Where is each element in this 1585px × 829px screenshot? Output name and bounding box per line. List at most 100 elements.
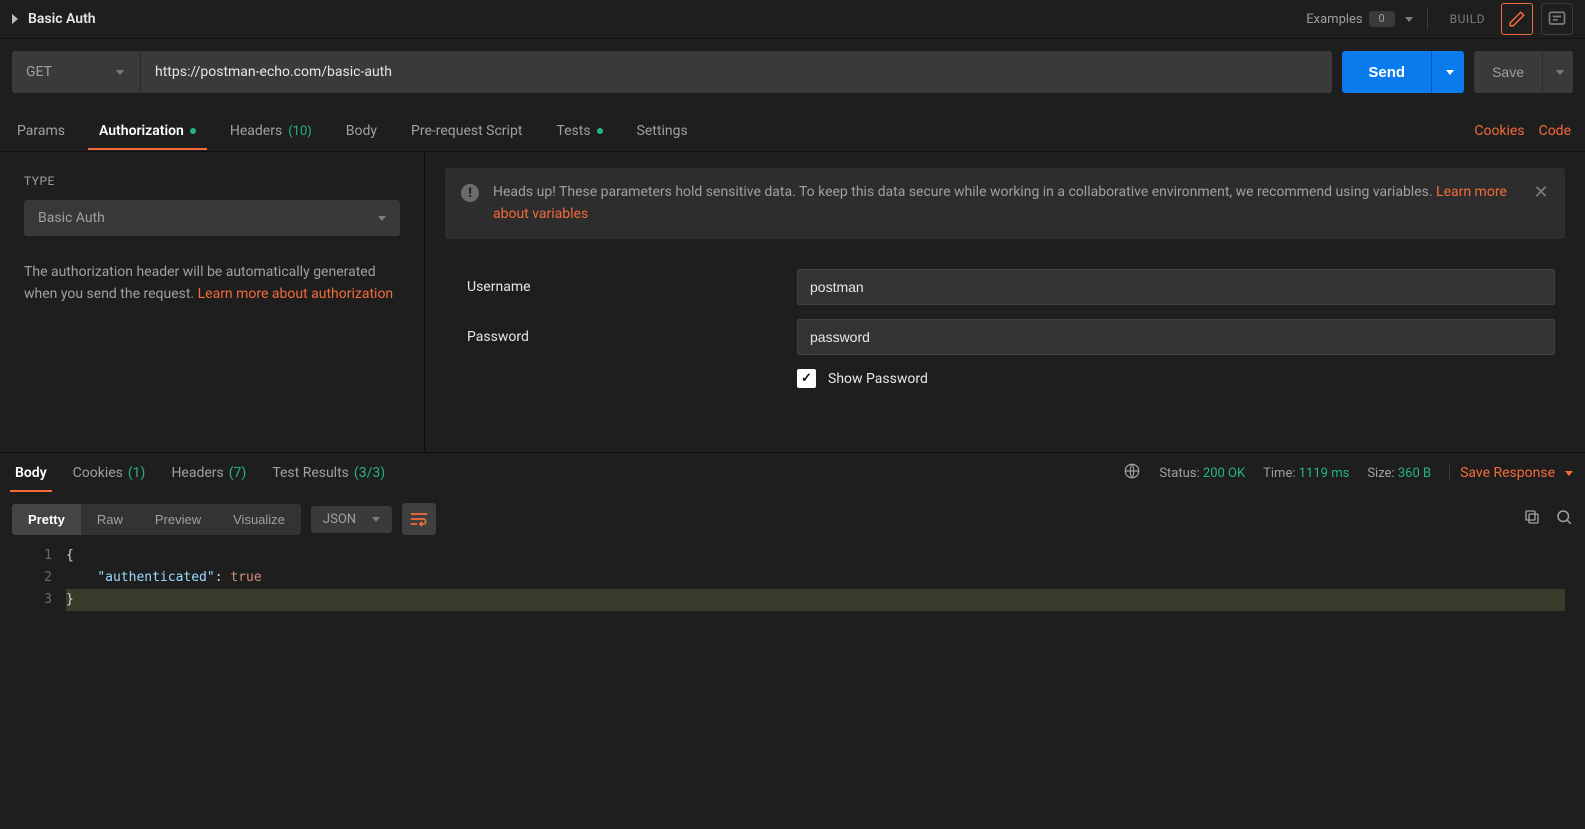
- tab-count: (7): [229, 465, 247, 481]
- tab-label: Body: [346, 123, 377, 139]
- request-body: TYPE Basic Auth The authorization header…: [0, 152, 1585, 452]
- save-response-dropdown[interactable]: Save Response: [1449, 465, 1573, 481]
- view-raw[interactable]: Raw: [81, 504, 139, 535]
- tab-headers[interactable]: Headers (10): [227, 113, 315, 149]
- resp-tab-headers[interactable]: Headers (7): [168, 455, 249, 491]
- resp-tab-body[interactable]: Body: [12, 455, 50, 491]
- examples-count: 0: [1369, 11, 1395, 27]
- send-button[interactable]: Send: [1342, 51, 1431, 93]
- format-value: JSON: [323, 512, 356, 527]
- show-password-label: Show Password: [828, 371, 928, 387]
- code-text: {: [66, 548, 74, 563]
- tab-label: Tests: [556, 123, 590, 139]
- tab-body[interactable]: Body: [343, 113, 380, 149]
- divider: [1427, 8, 1428, 30]
- size-value: 360 B: [1398, 466, 1431, 481]
- time-key: Time:: [1263, 466, 1295, 481]
- tab-label: Headers: [230, 123, 282, 139]
- chevron-down-icon: [116, 70, 124, 75]
- tab-count: (1): [128, 465, 146, 481]
- save-button[interactable]: Save: [1474, 51, 1542, 93]
- save-options-button[interactable]: [1542, 51, 1573, 93]
- info-icon: !: [461, 184, 479, 202]
- size-key: Size:: [1367, 466, 1394, 481]
- chevron-down-icon: [1565, 471, 1573, 476]
- chevron-down-icon: [1405, 17, 1413, 22]
- tab-count: (3/3): [354, 465, 385, 481]
- learn-more-auth-link[interactable]: Learn more about authorization: [198, 286, 394, 302]
- auth-type-value: Basic Auth: [38, 210, 105, 226]
- show-password-checkbox[interactable]: ✓: [797, 369, 816, 388]
- save-response-label: Save Response: [1460, 465, 1555, 481]
- chevron-right-icon[interactable]: [12, 14, 18, 24]
- url-value: https://postman-echo.com/basic-auth: [155, 64, 392, 80]
- chevron-down-icon: [378, 216, 386, 221]
- request-tabs: Params Authorization Headers (10) Body P…: [0, 111, 1585, 152]
- code-text: }: [66, 592, 74, 607]
- method-value: GET: [26, 64, 52, 80]
- examples-label: Examples: [1306, 12, 1362, 27]
- resp-tab-cookies[interactable]: Cookies (1): [70, 455, 149, 491]
- request-titlebar: Basic Auth Examples 0 BUILD: [0, 0, 1585, 39]
- response-body-editor[interactable]: 1 2 3 { "authenticated": true }: [0, 545, 1585, 829]
- comment-icon[interactable]: [1541, 3, 1573, 35]
- body-format-select[interactable]: JSON: [311, 506, 392, 533]
- url-input[interactable]: https://postman-echo.com/basic-auth: [141, 51, 1332, 93]
- tab-authorization[interactable]: Authorization: [96, 113, 199, 149]
- status-value: 200 OK: [1203, 466, 1245, 481]
- chevron-down-icon: [372, 517, 380, 522]
- auth-help-text: The authorization header will be automat…: [24, 262, 400, 305]
- tab-count: (10): [288, 124, 312, 139]
- warning-text: Heads up! These parameters hold sensitiv…: [493, 184, 1436, 200]
- tab-label: Params: [17, 123, 65, 139]
- search-icon[interactable]: [1555, 508, 1573, 530]
- edit-icon[interactable]: [1501, 3, 1533, 35]
- tab-prerequest[interactable]: Pre-request Script: [408, 113, 525, 149]
- resp-tab-tests[interactable]: Test Results (3/3): [269, 455, 388, 491]
- status-dot-icon: [597, 128, 603, 134]
- warning-banner: ! Heads up! These parameters hold sensit…: [445, 168, 1565, 239]
- chevron-down-icon: [1556, 70, 1564, 75]
- tab-params[interactable]: Params: [14, 113, 68, 149]
- wrap-lines-button[interactable]: [402, 503, 436, 535]
- view-preview[interactable]: Preview: [139, 504, 217, 535]
- url-row: GET https://postman-echo.com/basic-auth …: [0, 39, 1585, 93]
- status-key: Status:: [1159, 466, 1199, 481]
- cookies-link[interactable]: Cookies: [1474, 123, 1524, 139]
- line-number: 1: [12, 545, 52, 567]
- auth-type-select[interactable]: Basic Auth: [24, 200, 400, 236]
- http-method-select[interactable]: GET: [12, 51, 141, 93]
- username-input[interactable]: [797, 269, 1555, 305]
- tab-label: Settings: [637, 123, 688, 139]
- type-label: TYPE: [24, 174, 400, 188]
- line-number: 2: [12, 567, 52, 589]
- code-text: :: [215, 570, 231, 585]
- chevron-down-icon: [1446, 70, 1454, 75]
- tab-tests[interactable]: Tests: [553, 113, 605, 149]
- response-tabs: Body Cookies (1) Headers (7) Test Result…: [0, 452, 1585, 493]
- view-pretty[interactable]: Pretty: [12, 504, 81, 535]
- time-value: 1119 ms: [1299, 466, 1350, 481]
- globe-icon[interactable]: [1123, 462, 1141, 484]
- tab-label: Cookies: [73, 465, 123, 481]
- warning-message: Heads up! These parameters hold sensitiv…: [493, 182, 1517, 225]
- copy-icon[interactable]: [1523, 508, 1541, 530]
- code-lines: { "authenticated": true }: [66, 545, 1585, 829]
- code-text: true: [230, 570, 261, 585]
- auth-form: Username Password ✓ Show Password: [445, 269, 1565, 388]
- response-body-toolbar: Pretty Raw Preview Visualize JSON: [0, 493, 1585, 545]
- build-label[interactable]: BUILD: [1442, 12, 1493, 26]
- request-name[interactable]: Basic Auth: [28, 11, 96, 27]
- send-options-button[interactable]: [1431, 51, 1464, 93]
- code-link[interactable]: Code: [1539, 123, 1571, 139]
- tab-settings[interactable]: Settings: [634, 113, 691, 149]
- tab-label: Test Results: [272, 465, 349, 481]
- view-visualize[interactable]: Visualize: [217, 504, 301, 535]
- examples-dropdown[interactable]: Examples 0: [1306, 11, 1412, 27]
- code-text: "authenticated": [97, 570, 214, 585]
- password-input[interactable]: [797, 319, 1555, 355]
- tab-label: Authorization: [99, 123, 184, 139]
- close-icon[interactable]: ✕: [1531, 182, 1551, 203]
- line-number: 3: [12, 589, 52, 611]
- auth-left-panel: TYPE Basic Auth The authorization header…: [0, 152, 425, 452]
